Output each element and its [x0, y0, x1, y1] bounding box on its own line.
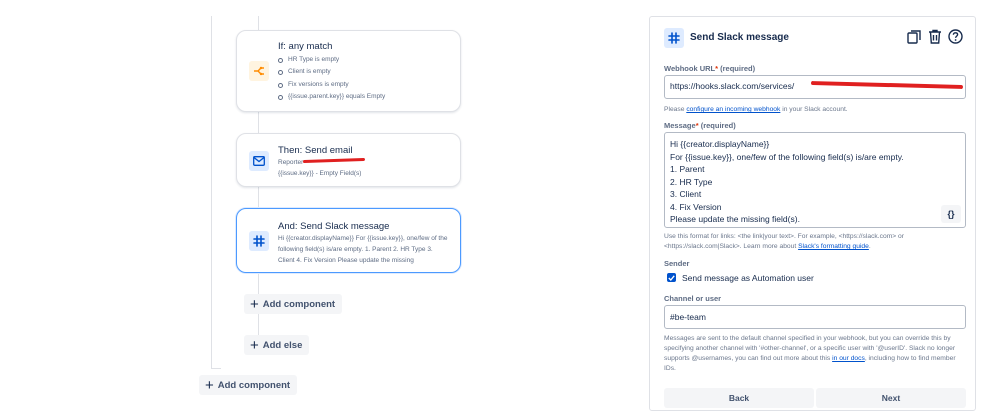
automation-canvas: If: any match HR Type is empty Client is…: [0, 0, 999, 411]
and-send-slack-card[interactable]: And: Send Slack message Hi {{creator.dis…: [236, 208, 461, 273]
send-as-automation-label: Send message as Automation user: [682, 273, 814, 283]
webhook-hint: Please configure an incoming webhook in …: [664, 106, 848, 113]
plus-icon: +: [250, 336, 259, 354]
inner-connector-2: [258, 187, 259, 208]
help-icon[interactable]: [948, 29, 963, 44]
and-card-title: And: Send Slack message: [278, 221, 390, 232]
slack-config-panel: Send Slack message Webhook URL* (require…: [649, 16, 976, 411]
inner-connector-top: [258, 16, 259, 30]
slack-formatting-guide-link[interactable]: Slack's formatting guide: [798, 243, 869, 250]
channel-input[interactable]: #be-team: [664, 305, 966, 329]
slack-icon: [249, 231, 269, 251]
configure-webhook-link[interactable]: configure an incoming webhook: [686, 106, 780, 113]
webhook-label: Webhook URL* (required): [664, 64, 756, 73]
branch-icon: [249, 61, 269, 81]
condition-item: Fix versions is empty: [278, 81, 349, 88]
slack-message-preview: Hi {{creator.displayName}} For {{issue.k…: [278, 235, 448, 264]
next-button[interactable]: Next: [816, 388, 966, 408]
inner-connector-1: [258, 112, 259, 133]
message-hint: Use this format for links: <the link|you…: [664, 233, 904, 250]
plus-icon: +: [250, 295, 259, 313]
back-button[interactable]: Back: [664, 388, 814, 408]
message-label: Message* (required): [664, 121, 736, 130]
condition-item: {{issue.parent.key}} equals Empty: [278, 93, 385, 100]
if-condition-card[interactable]: If: any match HR Type is empty Client is…: [236, 30, 461, 112]
sender-label: Sender: [664, 259, 690, 268]
then-card-title: Then: Send email: [278, 145, 353, 156]
channel-label: Channel or user: [664, 294, 722, 303]
plus-icon: +: [205, 376, 214, 394]
duplicate-icon[interactable]: [907, 30, 921, 44]
if-card-title: If: any match: [278, 41, 333, 52]
trash-icon[interactable]: [928, 29, 942, 44]
panel-title: Send Slack message: [690, 32, 789, 43]
add-component-outer-button[interactable]: + Add component: [199, 375, 298, 395]
then-send-email-card[interactable]: Then: Send email Reporter {{issue.key}} …: [236, 133, 461, 187]
send-as-automation-checkbox[interactable]: [667, 273, 676, 282]
slack-icon: [664, 28, 684, 48]
docs-link[interactable]: in our docs: [832, 355, 865, 362]
add-else-button[interactable]: + Add else: [244, 335, 310, 355]
condition-item: Client is empty: [278, 68, 331, 75]
outer-connector-elbow: [211, 368, 221, 369]
email-subject: {{issue.key}} - Empty Field(s): [278, 170, 362, 177]
smart-value-button[interactable]: {}: [941, 205, 961, 223]
channel-hint: Messages are sent to the default channel…: [664, 335, 956, 372]
outer-connector-line: [211, 16, 212, 368]
condition-item: HR Type is empty: [278, 56, 339, 63]
add-component-button[interactable]: + Add component: [244, 294, 343, 314]
mail-icon: [249, 151, 269, 171]
message-textarea[interactable]: Hi {{creator.displayName}} For {{issue.k…: [664, 132, 966, 228]
